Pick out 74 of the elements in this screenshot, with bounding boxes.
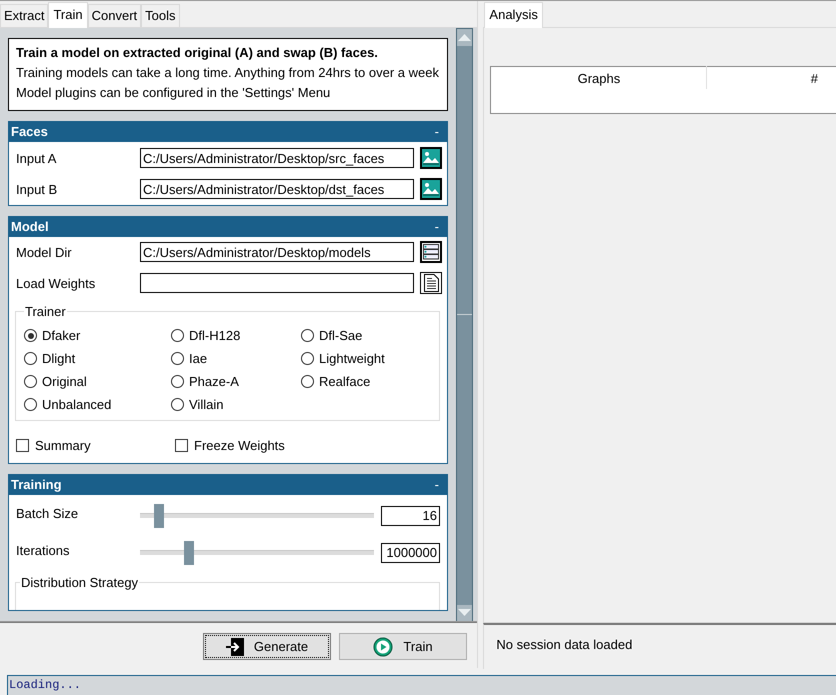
- tab[interactable]: Tools: [141, 4, 180, 27]
- radio-button[interactable]: [301, 375, 314, 388]
- checkbox[interactable]: [175, 439, 188, 452]
- path-field[interactable]: C:/Users/Administrator/Desktop/dst_faces: [140, 179, 414, 200]
- checkbox-label: Summary: [35, 438, 91, 454]
- column-header: Graphs: [490, 66, 707, 89]
- tab[interactable]: Extract: [0, 4, 48, 27]
- field-label: Input B: [16, 182, 58, 197]
- option-label: Villain: [189, 397, 224, 412]
- checkbox[interactable]: [16, 439, 29, 452]
- radio-button[interactable]: [171, 375, 184, 388]
- collapse-button[interactable]: -: [426, 477, 447, 492]
- browse-button[interactable]: [420, 272, 442, 294]
- section-title: Model: [11, 219, 49, 234]
- collapse-button[interactable]: -: [426, 219, 447, 234]
- info-text: Training models can take a long time. Anything from 24hrs to over a week: [16, 64, 440, 81]
- group-title: Distribution Strategy: [20, 574, 140, 590]
- slider-thumb[interactable]: [154, 504, 164, 528]
- collapse-button[interactable]: -: [426, 124, 447, 140]
- tab[interactable]: Train: [48, 2, 88, 28]
- play-icon: [373, 636, 394, 657]
- option-label: Unbalanced: [42, 397, 112, 412]
- option-label: Dfl-Sae: [319, 328, 362, 344]
- scroll-up-button[interactable]: [457, 28, 472, 46]
- option-label: Dfaker: [42, 328, 80, 344]
- field-label: Input A: [16, 150, 58, 166]
- browse-button[interactable]: [420, 178, 442, 200]
- tab[interactable]: Analysis: [484, 2, 543, 28]
- radio-button[interactable]: [171, 329, 184, 342]
- field-label: Iterations: [16, 542, 70, 558]
- tab[interactable]: Convert: [88, 4, 142, 27]
- scroll-down-button[interactable]: [457, 604, 472, 622]
- radio-button[interactable]: [24, 375, 37, 388]
- generate-button[interactable]: Generate: [203, 633, 331, 660]
- browse-button[interactable]: [420, 147, 442, 170]
- option-label: Lightweight: [319, 351, 385, 366]
- value-field[interactable]: 1000000: [381, 542, 440, 563]
- column-header: #: [706, 66, 836, 89]
- path-field[interactable]: C:/Users/Administrator/Desktop/src_faces: [140, 148, 414, 168]
- checkbox-label: Freeze Weights: [194, 438, 285, 454]
- section-title: Training: [11, 477, 62, 492]
- info-text: Model plugins can be configured in the 'Settings' Menu: [16, 84, 332, 101]
- value-field[interactable]: 16: [381, 506, 440, 526]
- radio-button[interactable]: [24, 329, 37, 342]
- option-label: Original: [42, 374, 87, 390]
- status-text: No session data loaded: [496, 637, 632, 652]
- option-label: Dfl-H128: [189, 328, 240, 344]
- radio-button[interactable]: [301, 329, 314, 342]
- option-label: Iae: [189, 351, 208, 366]
- info-title: Train a model on extracted original (A) and swap (B) faces.: [16, 44, 379, 61]
- image-icon: [421, 179, 441, 200]
- option-label: Dlight: [42, 351, 76, 366]
- option-label: Realface: [319, 374, 370, 390]
- radio-button[interactable]: [301, 352, 314, 366]
- image-icon: [421, 148, 441, 168]
- slider-thumb[interactable]: [184, 540, 194, 565]
- field-label: Batch Size: [16, 506, 80, 521]
- radio-button[interactable]: [171, 398, 184, 412]
- option-label: Phaze-A: [189, 374, 239, 390]
- radio-button[interactable]: [171, 352, 184, 366]
- list-icon: [421, 242, 441, 262]
- browse-button[interactable]: [420, 241, 442, 264]
- path-field[interactable]: C:/Users/Administrator/Desktop/models: [140, 242, 414, 262]
- radio-button[interactable]: [24, 352, 37, 366]
- document-icon: [421, 273, 441, 294]
- group-title: Trainer: [24, 304, 67, 319]
- train-button[interactable]: Train: [339, 633, 467, 660]
- path-field[interactable]: [140, 273, 414, 294]
- log-line: Loading...: [9, 678, 82, 692]
- field-label: Load Weights: [16, 276, 96, 291]
- section-title: Faces: [11, 124, 48, 140]
- arrow-into-box-icon: [226, 638, 244, 656]
- field-label: Model Dir: [16, 244, 73, 260]
- radio-button[interactable]: [24, 398, 37, 412]
